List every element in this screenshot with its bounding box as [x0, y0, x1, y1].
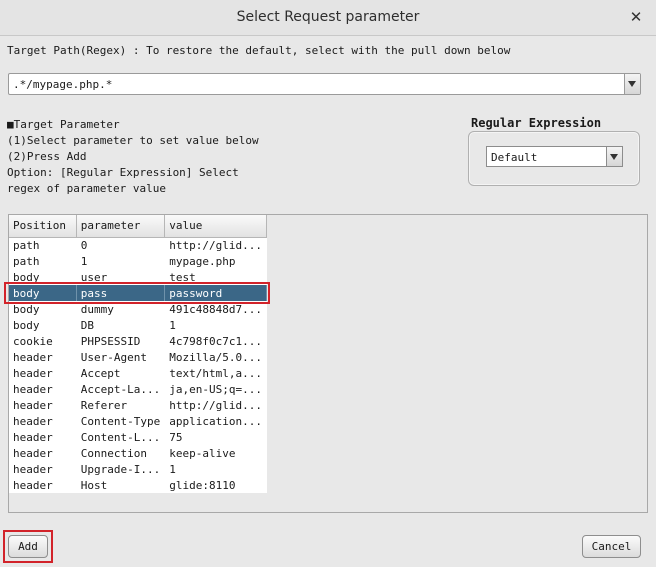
- cell-position[interactable]: body: [9, 285, 77, 301]
- cell-position[interactable]: body: [9, 301, 77, 317]
- table-row[interactable]: path 1 mypage.php: [9, 253, 267, 269]
- cancel-button[interactable]: Cancel: [582, 535, 641, 558]
- dropdown-button[interactable]: [624, 74, 640, 94]
- cell-parameter[interactable]: 1: [76, 253, 166, 269]
- instruction-line: ■Target Parameter: [7, 118, 120, 131]
- instruction-line: (1)Select parameter to set value below: [7, 134, 259, 147]
- cell-position[interactable]: header: [9, 397, 77, 413]
- regex-group: Default: [468, 131, 640, 186]
- table-row[interactable]: header Upgrade-I... 1: [9, 461, 267, 477]
- table-row[interactable]: cookie PHPSESSID 4c798f0c7c1...: [9, 333, 267, 349]
- cell-position[interactable]: header: [9, 429, 77, 445]
- regex-selected-value[interactable]: Default: [491, 151, 537, 164]
- instructions: ■Target Parameter (1)Select parameter to…: [7, 117, 259, 197]
- table-row[interactable]: body pass password: [9, 285, 267, 301]
- cell-parameter[interactable]: Content-Type: [76, 413, 166, 429]
- cell-parameter[interactable]: user: [76, 269, 166, 285]
- cell-parameter[interactable]: Connection: [76, 445, 166, 461]
- cell-parameter[interactable]: User-Agent: [76, 349, 166, 365]
- cell-parameter[interactable]: Host: [76, 477, 166, 493]
- cell-value[interactable]: test: [164, 269, 267, 285]
- cell-value[interactable]: application...: [164, 413, 267, 429]
- cell-value[interactable]: text/html,a...: [164, 365, 267, 381]
- cell-value[interactable]: http://glid...: [164, 397, 267, 413]
- parameter-table-area: Position parameter value path 0 http://gli…: [8, 214, 648, 513]
- cell-position[interactable]: path: [9, 253, 77, 269]
- cell-parameter[interactable]: Referer: [76, 397, 166, 413]
- cell-value[interactable]: Mozilla/5.0...: [164, 349, 267, 365]
- column-header-position[interactable]: Position: [9, 215, 77, 238]
- cell-position[interactable]: header: [9, 477, 77, 493]
- table-row[interactable]: header User-Agent Mozilla/5.0...: [9, 349, 267, 365]
- cell-value[interactable]: glide:8110: [164, 477, 267, 493]
- add-button[interactable]: Add: [8, 535, 48, 558]
- cell-value[interactable]: 1: [164, 461, 267, 477]
- dialog-title: Select Request parameter: [236, 9, 420, 25]
- table-body: path 0 http://glid... path 1 mypage.php body us…: [9, 237, 267, 493]
- cell-value[interactable]: keep-alive: [164, 445, 267, 461]
- cell-parameter[interactable]: PHPSESSID: [76, 333, 166, 349]
- cell-parameter[interactable]: dummy: [76, 301, 166, 317]
- cell-position[interactable]: header: [9, 349, 77, 365]
- column-header-value[interactable]: value: [164, 215, 267, 238]
- table-row[interactable]: header Accept-La... ja,en-US;q=...: [9, 381, 267, 397]
- cell-parameter[interactable]: pass: [76, 285, 166, 301]
- cell-value[interactable]: 491c48848d7...: [164, 301, 267, 317]
- cell-parameter[interactable]: Accept: [76, 365, 166, 381]
- cell-position[interactable]: cookie: [9, 333, 77, 349]
- cell-position[interactable]: path: [9, 237, 77, 253]
- target-path-value[interactable]: .*/mypage.php.*: [13, 78, 112, 91]
- cell-position[interactable]: body: [9, 317, 77, 333]
- column-header-parameter[interactable]: parameter: [76, 215, 166, 238]
- target-path-combobox[interactable]: .*/mypage.php.*: [8, 73, 641, 95]
- cell-parameter[interactable]: 0: [76, 237, 166, 253]
- cell-position[interactable]: header: [9, 413, 77, 429]
- instruction-line: Option: [Regular Expression] Select: [7, 166, 239, 179]
- title-bar: Select Request parameter ✕: [0, 0, 656, 36]
- table-row[interactable]: header Accept text/html,a...: [9, 365, 267, 381]
- table-row[interactable]: body DB 1: [9, 317, 267, 333]
- cell-value[interactable]: 4c798f0c7c1...: [164, 333, 267, 349]
- cell-parameter[interactable]: Accept-La...: [76, 381, 166, 397]
- regex-group-title: Regular Expression: [471, 116, 602, 130]
- cell-value[interactable]: ja,en-US;q=...: [164, 381, 267, 397]
- regex-select[interactable]: Default: [486, 146, 623, 167]
- table-header-row: Position parameter value: [9, 215, 267, 238]
- table-row[interactable]: body user test: [9, 269, 267, 285]
- cell-position[interactable]: header: [9, 461, 77, 477]
- cell-position[interactable]: header: [9, 381, 77, 397]
- chevron-down-icon: [610, 154, 618, 160]
- cell-parameter[interactable]: DB: [76, 317, 166, 333]
- regex-dropdown-button[interactable]: [606, 147, 622, 166]
- table-row[interactable]: header Content-L... 75: [9, 429, 267, 445]
- table-row[interactable]: header Host glide:8110: [9, 477, 267, 493]
- cell-value[interactable]: 1: [164, 317, 267, 333]
- chevron-down-icon: [628, 81, 636, 87]
- table-row[interactable]: path 0 http://glid...: [9, 237, 267, 253]
- cell-position[interactable]: body: [9, 269, 77, 285]
- instruction-line: (2)Press Add: [7, 150, 87, 163]
- table-row[interactable]: header Content-Type application...: [9, 413, 267, 429]
- table-row[interactable]: header Connection keep-alive: [9, 445, 267, 461]
- cell-position[interactable]: header: [9, 445, 77, 461]
- cell-value[interactable]: password: [164, 285, 267, 301]
- cell-position[interactable]: header: [9, 365, 77, 381]
- cell-value[interactable]: 75: [164, 429, 267, 445]
- close-icon[interactable]: ✕: [628, 8, 644, 26]
- parameter-table: Position parameter value path 0 http://gli…: [9, 215, 267, 493]
- cell-value[interactable]: mypage.php: [164, 253, 267, 269]
- cell-parameter[interactable]: Content-L...: [76, 429, 166, 445]
- cell-value[interactable]: http://glid...: [164, 237, 267, 253]
- target-path-label: Target Path(Regex) : To restore the defa…: [7, 44, 511, 57]
- table-row[interactable]: header Referer http://glid...: [9, 397, 267, 413]
- table-row[interactable]: body dummy 491c48848d7...: [9, 301, 267, 317]
- instruction-line: regex of parameter value: [7, 182, 166, 195]
- cell-parameter[interactable]: Upgrade-I...: [76, 461, 166, 477]
